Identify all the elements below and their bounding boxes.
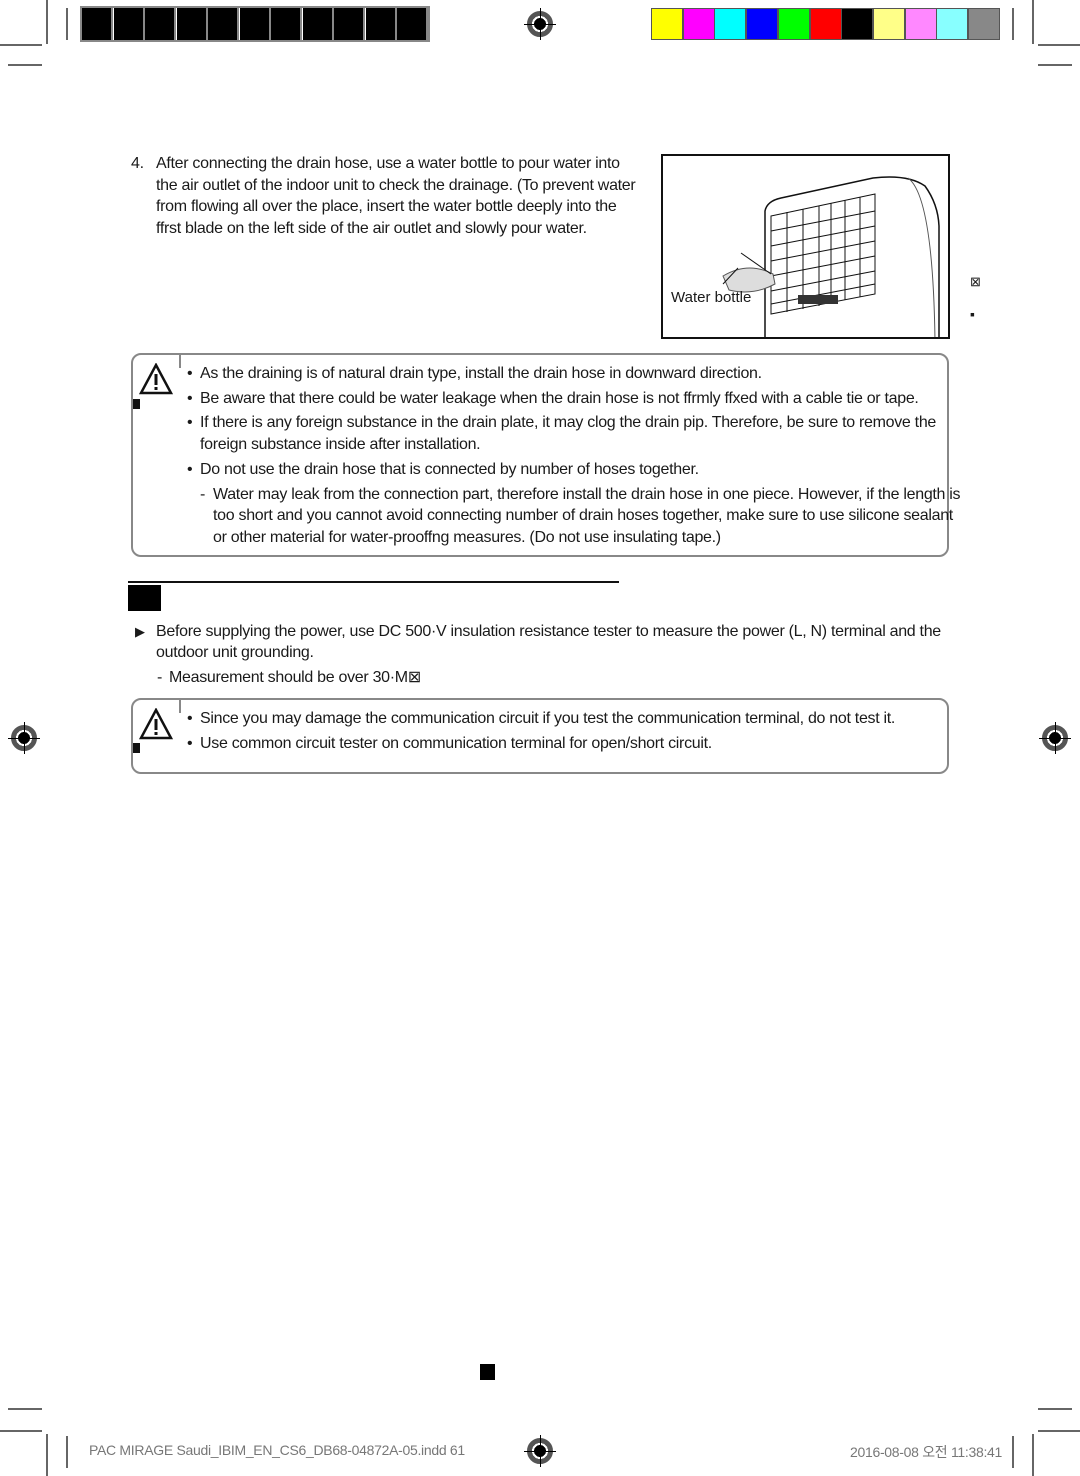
color-swatch (714, 8, 747, 40)
density-block (239, 8, 271, 40)
caution-bullet: Since you may damage the communication c… (200, 710, 896, 727)
color-swatch (746, 8, 779, 40)
density-block (271, 8, 302, 40)
density-block (145, 8, 176, 40)
registration-mark-icon (524, 8, 556, 40)
color-swatch (841, 8, 874, 40)
caution-bullet: Do not use the drain hose that is connec… (200, 461, 699, 478)
water-bottle-figure: Water bottle (661, 154, 950, 339)
color-swatch (809, 8, 842, 40)
density-block (176, 8, 208, 40)
page-number-block (480, 1364, 495, 1380)
density-block (365, 8, 397, 40)
color-swatch (936, 8, 969, 40)
step-text: the air outlet of the indoor unit to che… (156, 177, 636, 194)
color-swatch (968, 8, 1000, 40)
registration-mark-icon (1039, 722, 1071, 754)
warning-icon (139, 708, 173, 740)
caution-subitem: Water may leak from the connection part,… (213, 486, 961, 503)
figure-label: Water bottle (671, 289, 752, 306)
color-swatch (682, 8, 715, 40)
stray-glyph: ⊠ (970, 274, 981, 289)
color-swatch (777, 8, 810, 40)
step-text: from flowing all over the place, insert … (156, 198, 617, 215)
caution-bullet: foreign substance inside after installat… (200, 436, 481, 453)
footer-timestamp: 2016-08-08 오전 11:38:41 (850, 1444, 1003, 1460)
section-text: outdoor unit grounding. (156, 644, 314, 661)
step-text: ffrst blade on the left side of the air … (156, 220, 587, 237)
caution-bullet: Use common circuit tester on communicati… (200, 735, 712, 752)
warning-icon (139, 363, 173, 395)
density-block (302, 8, 334, 40)
caution-bullet: If there is any foreign substance in the… (200, 414, 937, 431)
section-text: Before supplying the power, use DC 500·V… (156, 623, 941, 640)
section-heading-block (128, 585, 161, 611)
caution-bullet: Be aware that there could be water leaka… (200, 390, 919, 407)
density-block (113, 8, 145, 40)
section-rule (128, 581, 619, 583)
density-block (334, 8, 365, 40)
color-swatch (651, 8, 683, 40)
caution-bullet: As the draining is of natural drain type… (200, 365, 762, 382)
color-swatch (904, 8, 937, 40)
caution-subitem: or other material for water-prooffng mea… (213, 529, 721, 546)
color-swatch (872, 8, 905, 40)
registration-mark-icon (524, 1435, 556, 1467)
step-text: After connecting the drain hose, use a w… (156, 155, 620, 172)
section-subitem: Measurement should be over 30·M⊠ (169, 669, 421, 686)
stray-glyph: ▪ (970, 306, 975, 322)
density-block (82, 8, 113, 40)
step-number: 4. (131, 155, 144, 172)
indoor-unit-illustration (722, 176, 940, 337)
registration-mark-icon (8, 722, 40, 754)
density-block (397, 8, 428, 40)
density-block (208, 8, 239, 40)
caution-subitem: too short and you cannot avoid connectin… (213, 507, 953, 524)
footer-filename: PAC MIRAGE Saudi_IBIM_EN_CS6_DB68-04872A… (89, 1442, 465, 1458)
